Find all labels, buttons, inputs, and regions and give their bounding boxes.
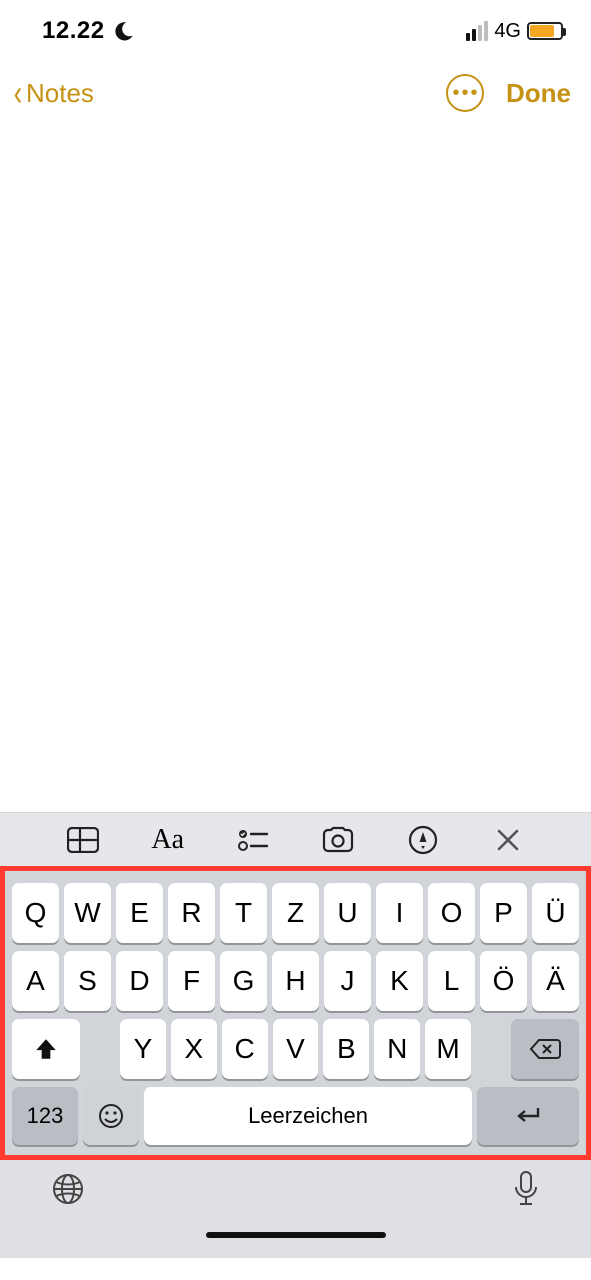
keyboard-row-3: Y X C V B N M xyxy=(9,1015,582,1083)
checklist-button[interactable] xyxy=(234,822,272,858)
key-x[interactable]: X xyxy=(171,1019,217,1079)
key-c[interactable]: C xyxy=(222,1019,268,1079)
key-u[interactable]: U xyxy=(324,883,371,943)
key-f[interactable]: F xyxy=(168,951,215,1011)
key-i[interactable]: I xyxy=(376,883,423,943)
markup-icon xyxy=(407,824,439,856)
globe-icon xyxy=(50,1171,86,1207)
key-j[interactable]: J xyxy=(324,951,371,1011)
space-key[interactable]: Leerzeichen xyxy=(144,1087,472,1145)
keyboard-row-2: A S D F G H J K L Ö Ä xyxy=(9,947,582,1015)
back-label: Notes xyxy=(26,78,94,109)
shift-key[interactable] xyxy=(12,1019,80,1079)
network-type: 4G xyxy=(494,20,521,43)
key-d[interactable]: D xyxy=(116,951,163,1011)
key-m[interactable]: M xyxy=(425,1019,471,1079)
key-ae[interactable]: Ä xyxy=(532,951,579,1011)
text-style-label: Aa xyxy=(151,824,184,856)
keyboard: Q W E R T Z U I O P Ü A S D F G H J K L … xyxy=(5,871,586,1155)
format-toolbar: Aa xyxy=(0,812,591,866)
key-r[interactable]: R xyxy=(168,883,215,943)
home-indicator[interactable] xyxy=(0,1222,591,1258)
microphone-icon xyxy=(511,1169,541,1209)
emoji-icon xyxy=(97,1102,125,1130)
key-v[interactable]: V xyxy=(273,1019,319,1079)
key-y[interactable]: Y xyxy=(120,1019,166,1079)
back-button[interactable]: ‹ Notes xyxy=(12,78,94,109)
status-bar: 12.22 4G xyxy=(0,0,591,56)
more-actions-button[interactable]: ••• xyxy=(446,74,484,112)
camera-icon xyxy=(321,826,355,854)
chevron-left-icon: ‹ xyxy=(14,84,22,102)
dictation-key[interactable] xyxy=(511,1169,541,1214)
key-q[interactable]: Q xyxy=(12,883,59,943)
backspace-icon xyxy=(529,1037,561,1061)
keyboard-bottom-bar xyxy=(0,1160,591,1222)
return-key[interactable] xyxy=(477,1087,579,1145)
close-toolbar-button[interactable] xyxy=(489,822,527,858)
keyboard-highlight-box: Q W E R T Z U I O P Ü A S D F G H J K L … xyxy=(0,866,591,1160)
key-a[interactable]: A xyxy=(12,951,59,1011)
keyboard-row-1: Q W E R T Z U I O P Ü xyxy=(9,879,582,947)
globe-key[interactable] xyxy=(50,1171,86,1212)
close-icon xyxy=(496,828,520,852)
keyboard-row-4: 123 Leerzeichen xyxy=(9,1083,582,1149)
markup-button[interactable] xyxy=(404,822,442,858)
nav-bar: ‹ Notes ••• Done xyxy=(0,56,591,122)
note-editor[interactable] xyxy=(0,122,591,812)
key-n[interactable]: N xyxy=(374,1019,420,1079)
key-p[interactable]: P xyxy=(480,883,527,943)
return-icon xyxy=(513,1104,543,1128)
key-g[interactable]: G xyxy=(220,951,267,1011)
key-t[interactable]: T xyxy=(220,883,267,943)
backspace-key[interactable] xyxy=(511,1019,579,1079)
key-k[interactable]: K xyxy=(376,951,423,1011)
key-l[interactable]: L xyxy=(428,951,475,1011)
key-z[interactable]: Z xyxy=(272,883,319,943)
key-e[interactable]: E xyxy=(116,883,163,943)
shift-icon xyxy=(33,1036,59,1062)
key-s[interactable]: S xyxy=(64,951,111,1011)
checklist-icon xyxy=(237,827,269,853)
do-not-disturb-icon xyxy=(113,20,135,42)
key-w[interactable]: W xyxy=(64,883,111,943)
battery-icon xyxy=(527,22,563,40)
done-button[interactable]: Done xyxy=(506,78,571,109)
key-ue[interactable]: Ü xyxy=(532,883,579,943)
emoji-key[interactable] xyxy=(83,1087,139,1145)
key-oe[interactable]: Ö xyxy=(480,951,527,1011)
table-button[interactable] xyxy=(64,822,102,858)
cell-signal-icon xyxy=(466,21,488,41)
clock-time: 12.22 xyxy=(42,17,105,45)
table-icon xyxy=(67,827,99,853)
key-h[interactable]: H xyxy=(272,951,319,1011)
key-b[interactable]: B xyxy=(323,1019,369,1079)
numbers-key[interactable]: 123 xyxy=(12,1087,78,1145)
text-style-button[interactable]: Aa xyxy=(149,822,187,858)
key-o[interactable]: O xyxy=(428,883,475,943)
camera-button[interactable] xyxy=(319,822,357,858)
